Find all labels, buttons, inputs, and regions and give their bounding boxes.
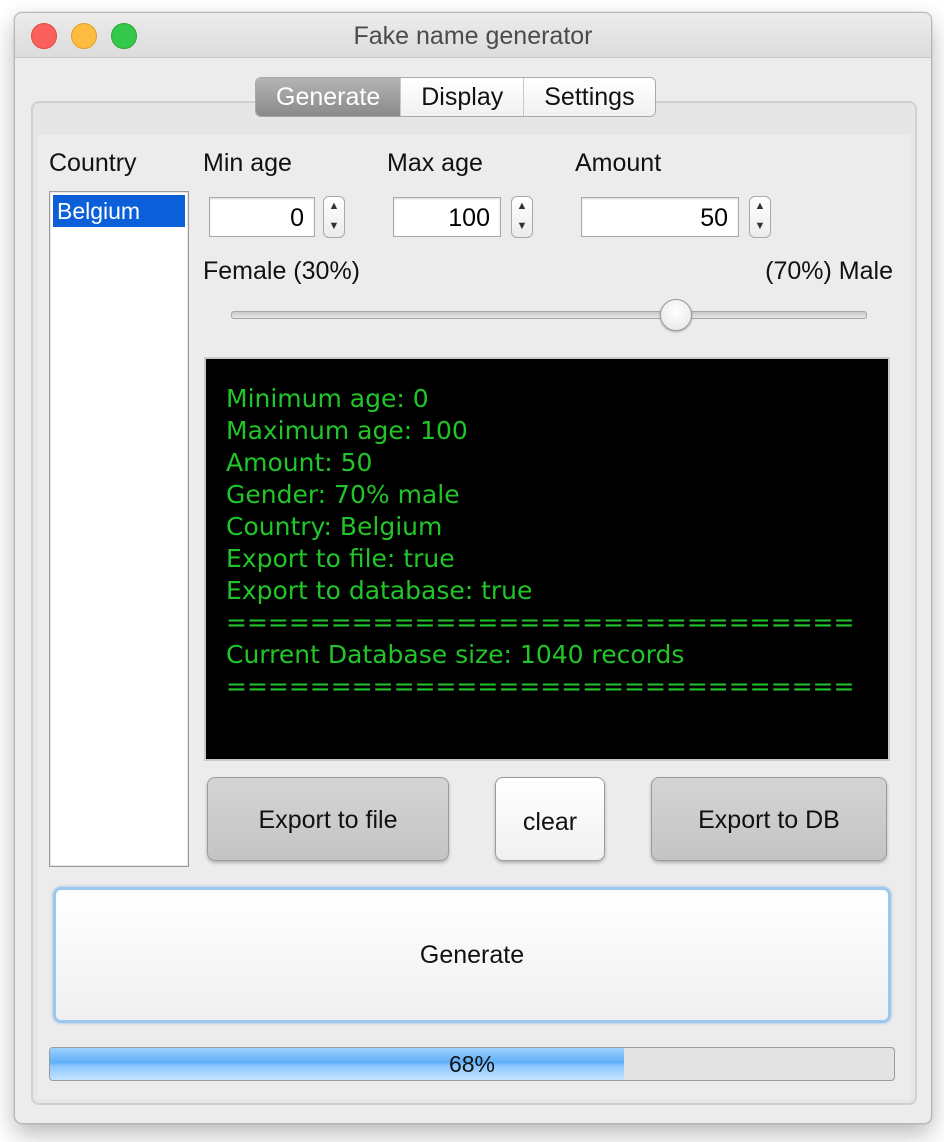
console-line: Amount: 50 (226, 448, 373, 477)
progress-bar: 68% (49, 1047, 895, 1081)
console-line: Country: Belgium (226, 512, 443, 541)
console-line: Current Database size: 1040 records (226, 640, 685, 669)
stepper-down-icon[interactable]: ▼ (750, 217, 770, 237)
tab-settings[interactable]: Settings (524, 78, 655, 116)
console-line: Export to file: true (226, 544, 455, 573)
stepper-down-icon[interactable]: ▼ (512, 217, 532, 237)
console-line: ============================== (226, 608, 855, 637)
clear-button[interactable]: clear (495, 777, 605, 861)
generate-button[interactable]: Generate (53, 887, 891, 1023)
max-age-input[interactable]: 100 (393, 197, 501, 237)
stepper-up-icon[interactable]: ▲ (512, 197, 532, 217)
console-line: Export to database: true (226, 576, 533, 605)
male-label: (70%) Male (765, 257, 893, 285)
country-label: Country (49, 149, 137, 177)
country-list[interactable]: Belgium (49, 191, 189, 867)
output-console: Minimum age: 0 Maximum age: 100 Amount: 50… (204, 357, 890, 761)
max-age-stepper[interactable]: ▲ ▼ (511, 196, 533, 238)
min-age-stepper[interactable]: ▲ ▼ (323, 196, 345, 238)
max-age-label: Max age (387, 149, 483, 177)
min-age-label: Min age (203, 149, 292, 177)
window-title: Fake name generator (353, 22, 593, 50)
export-to-file-button[interactable]: Export to file (207, 777, 449, 861)
stepper-up-icon[interactable]: ▲ (324, 197, 344, 217)
stepper-down-icon[interactable]: ▼ (324, 217, 344, 237)
app-window: Fake name generator Generate Display Set… (14, 12, 932, 1124)
export-to-db-button[interactable]: Export to DB (651, 777, 887, 861)
amount-stepper[interactable]: ▲ ▼ (749, 196, 771, 238)
amount-label: Amount (575, 149, 662, 177)
tab-generate[interactable]: Generate (256, 78, 402, 116)
tab-bar: Generate Display Settings (255, 77, 656, 117)
min-age-input[interactable]: 0 (209, 197, 315, 237)
title-bar[interactable]: Fake name generator (15, 13, 931, 58)
tab-display[interactable]: Display (401, 78, 525, 116)
console-line: Minimum age: 0 (226, 384, 429, 413)
amount-input[interactable]: 50 (581, 197, 739, 237)
progress-text: 68% (448, 1051, 496, 1077)
console-line: ============================== (226, 672, 855, 701)
country-item-belgium[interactable]: Belgium (53, 195, 185, 227)
console-line: Maximum age: 100 (226, 416, 468, 445)
stepper-up-icon[interactable]: ▲ (750, 197, 770, 217)
console-line: Gender: 70% male (226, 480, 460, 509)
gender-slider-thumb[interactable] (660, 299, 692, 331)
female-label: Female (30%) (203, 257, 360, 285)
gender-slider-track[interactable] (231, 311, 867, 319)
